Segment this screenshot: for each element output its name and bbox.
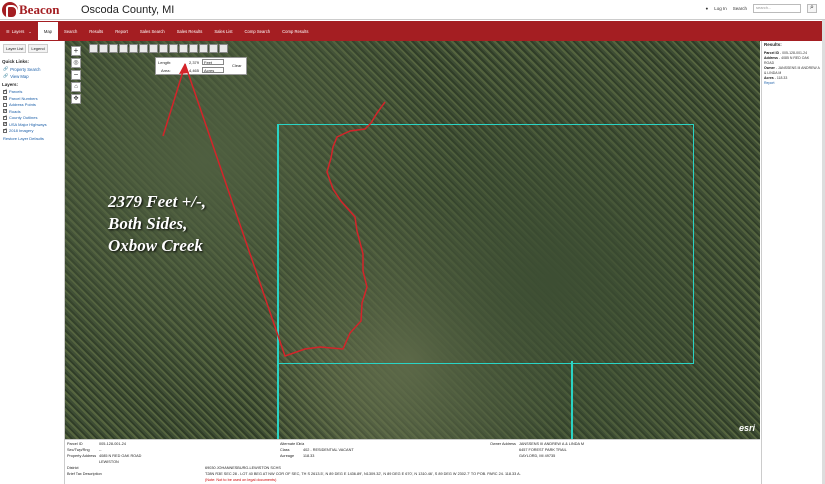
quick-link-view-map[interactable]: 🔗 View Map: [3, 73, 61, 79]
parcel-info-panel: Parcel ID 005-128-001-24 Sec/Twp/Rng -- …: [65, 439, 760, 484]
layer-2018-imagery[interactable]: 2018 Imagery: [3, 127, 61, 133]
link-icon: 🔗: [3, 66, 9, 71]
parcel-id-value: 005-128-001-24: [782, 51, 808, 55]
owner-label: Owner: [764, 66, 775, 70]
map-annotation: 2379 Feet +/-, Both Sides, Oxbow Creek: [108, 191, 206, 257]
tax-description: T28N R3E SEC 28 - LOT 40 BEG AT NW COR O…: [205, 472, 521, 476]
owner-name: JANSSENS III ANDREW A & LINDA M: [519, 442, 584, 446]
tab-legend[interactable]: Legend: [28, 44, 48, 53]
layer-parcel-numbers[interactable]: Parcel Numbers: [3, 95, 61, 101]
layer-label: USA Major Highways: [9, 121, 47, 127]
acres-value: 118.33: [776, 76, 788, 80]
top-bar: Beacon Oscoda County, MI ● Log In Search…: [0, 0, 825, 20]
layer-checkbox[interactable]: [3, 108, 8, 114]
layer-checkbox[interactable]: [3, 95, 8, 101]
school-district: 69030 JOHANNESBURG-LEWISTON SCHS: [205, 466, 281, 470]
annotation-line: Oxbow Creek: [108, 236, 203, 255]
quick-links-title: Quick Links:: [2, 59, 30, 64]
layer-checkbox[interactable]: [3, 114, 8, 120]
layer-usa-major-highways[interactable]: USA Major Highways: [3, 121, 61, 127]
nav-map[interactable]: Map: [37, 22, 59, 40]
result-item[interactable]: Parcel ID - 005-128-001-24 Address - 408…: [764, 51, 820, 86]
parcel-id-value: 005-128-001-24: [99, 442, 127, 446]
layer-checkbox[interactable]: [3, 121, 8, 127]
layer-label: Address Points: [9, 102, 36, 107]
owner-address-line2: GAYLORD, MI 49735: [519, 454, 556, 458]
address-label: Address: [764, 56, 779, 60]
layers-menu[interactable]: ☰ Layers ⌄: [0, 21, 38, 41]
brand-name: Beacon: [19, 1, 60, 17]
annotation-line: Both Sides,: [108, 214, 188, 233]
login-link[interactable]: Log In: [714, 6, 727, 11]
results-title: Results:: [764, 42, 782, 47]
nav-search[interactable]: Search: [58, 21, 83, 41]
tax-desc-label: Brief Tax Description: [67, 472, 102, 476]
beacon-logo-icon: [2, 1, 18, 19]
main-nav: ☰ Layers ⌄ Map Search Results Report Sal…: [0, 21, 822, 41]
prop-addr-value: 4085 N RED OAK ROAD: [99, 454, 142, 458]
layer-label: 2018 Imagery: [9, 128, 34, 133]
annotation-line: 2379 Feet +/-,: [108, 192, 206, 211]
layer-tabs: Layer List Legend: [0, 41, 64, 56]
prop-city-value: LEWISTON: [99, 460, 119, 464]
search-button[interactable]: [807, 4, 817, 13]
nav-comp-results[interactable]: Comp Results: [276, 21, 314, 41]
layers-label: Layers: [11, 28, 25, 34]
menu-icon: ☰: [6, 28, 10, 34]
owner-address-label: Owner Address: [490, 442, 516, 446]
acreage-label: Acreage: [280, 454, 295, 458]
results-panel: Results: Parcel ID - 005-128-001-24 Addr…: [761, 41, 822, 484]
prop-addr-label: Property Address: [67, 454, 97, 458]
tab-layer-list[interactable]: Layer List: [3, 44, 27, 53]
nav-sales-search[interactable]: Sales Search: [134, 21, 171, 41]
top-right-controls: ● Log In Search search...: [705, 4, 817, 13]
layer-address-points[interactable]: Address Points: [3, 102, 61, 107]
layer-checkbox[interactable]: [3, 102, 7, 107]
layer-checkbox[interactable]: [3, 127, 8, 133]
nav-comp-search[interactable]: Comp Search: [239, 21, 277, 41]
search-label[interactable]: Search: [733, 6, 747, 11]
page-title: Oscoda County, MI: [81, 4, 175, 16]
search-input[interactable]: search...: [753, 4, 801, 13]
acres-label: Acres: [764, 76, 774, 80]
report-link[interactable]: Report: [764, 81, 775, 85]
owner-address-line1: 6457 FOREST PARK TRAIL: [519, 448, 567, 452]
layer-label: Parcels: [9, 89, 23, 94]
nav-sales-results[interactable]: Sales Results: [171, 21, 209, 41]
quick-link-label: Property Search: [10, 66, 41, 72]
map-view[interactable]: + ◎ − ⌂ ✥ Length: 2,379 Feet Area: 4,465…: [65, 41, 760, 439]
chevron-down-icon: ⌄: [28, 28, 32, 34]
parcel-id-label: Parcel ID: [764, 51, 779, 55]
layer-county-outlines[interactable]: County Outlines: [3, 114, 61, 120]
user-icon: ●: [705, 6, 709, 11]
esri-logo: esri: [738, 423, 755, 433]
beacon-logo[interactable]: Beacon: [2, 1, 60, 19]
nav-results[interactable]: Results: [83, 21, 109, 41]
sec-value: --: [99, 448, 102, 452]
nav-sales-list[interactable]: Sales List: [208, 21, 238, 41]
quick-link-label: View Map: [10, 73, 29, 79]
layer-checkbox[interactable]: [3, 88, 8, 94]
nav-report[interactable]: Report: [109, 21, 134, 41]
district-label: District: [67, 466, 79, 470]
restore-layer-defaults[interactable]: Restore Layer Defaults: [3, 136, 61, 141]
layer-roads[interactable]: Roads: [3, 108, 61, 114]
acreage-value: 118.33: [303, 454, 315, 458]
sec-label: Sec/Twp/Rng: [67, 448, 90, 452]
class-label: Class: [280, 448, 290, 452]
quick-link-property-search[interactable]: 🔗 Property Search: [3, 66, 61, 72]
layers-title: Layers:: [2, 82, 19, 87]
link-icon: 🔗: [3, 73, 9, 78]
class-value: 402 - RESIDENTIAL VACANT: [303, 448, 354, 452]
left-panel: Layer List Legend Quick Links: 🔗 Propert…: [0, 41, 65, 484]
layer-label: County Outlines: [9, 115, 38, 120]
layer-label: Roads: [9, 108, 21, 114]
layer-parcels[interactable]: Parcels: [3, 88, 61, 94]
alt-id-value: n/a: [299, 442, 305, 446]
parcel-id-label: Parcel ID: [67, 442, 83, 446]
legal-note: (Note: Not to be used on legal documents…: [205, 478, 277, 482]
layer-label: Parcel Numbers: [9, 95, 38, 101]
alt-id-label: Alternate ID: [280, 442, 301, 446]
